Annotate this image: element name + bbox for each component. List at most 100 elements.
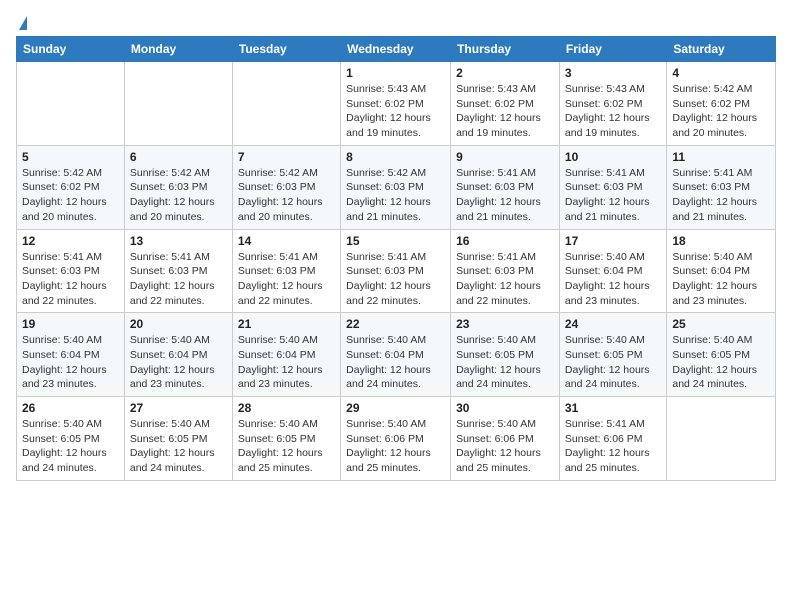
calendar-cell: 10Sunrise: 5:41 AMSunset: 6:03 PMDayligh… <box>559 145 666 229</box>
day-info: Sunrise: 5:42 AMSunset: 6:03 PMDaylight:… <box>130 166 227 225</box>
day-number: 26 <box>22 401 119 415</box>
weekday-header-monday: Monday <box>124 37 232 62</box>
calendar-cell: 7 Sunrise: 5:42 AMSunset: 6:03 PMDaylight… <box>232 145 340 229</box>
day-info: Sunrise: 5:40 AMSunset: 6:04 PMDaylight:… <box>565 250 661 309</box>
day-info: Sunrise: 5:42 AMSunset: 6:03 PMDaylight:… <box>346 166 445 225</box>
day-info: Sunrise: 5:43 AMSunset: 6:02 PMDaylight:… <box>346 82 445 141</box>
day-number: 18 <box>672 234 770 248</box>
calendar-cell: 9 Sunrise: 5:41 AMSunset: 6:03 PMDaylight… <box>451 145 560 229</box>
day-number: 19 <box>22 317 119 331</box>
day-info: Sunrise: 5:42 AMSunset: 6:03 PMDaylight:… <box>238 166 335 225</box>
day-number: 6 <box>130 150 227 164</box>
day-info: Sunrise: 5:40 AMSunset: 6:04 PMDaylight:… <box>238 333 335 392</box>
day-info: Sunrise: 5:41 AMSunset: 6:06 PMDaylight:… <box>565 417 661 476</box>
calendar-cell: 29 Sunrise: 5:40 AMSunset: 6:06 PMDayligh… <box>341 397 451 481</box>
calendar-cell: 20Sunrise: 5:40 AMSunset: 6:04 PMDayligh… <box>124 313 232 397</box>
calendar-cell <box>667 397 776 481</box>
calendar-cell: 1 Sunrise: 5:43 AMSunset: 6:02 PMDaylight… <box>341 62 451 146</box>
day-number: 27 <box>130 401 227 415</box>
day-number: 17 <box>565 234 661 248</box>
calendar-cell: 16 Sunrise: 5:41 AMSunset: 6:03 PMDayligh… <box>451 229 560 313</box>
calendar-cell: 4 Sunrise: 5:42 AMSunset: 6:02 PMDaylight… <box>667 62 776 146</box>
day-info: Sunrise: 5:40 AMSunset: 6:05 PMDaylight:… <box>130 417 227 476</box>
day-info: Sunrise: 5:41 AMSunset: 6:03 PMDaylight:… <box>130 250 227 309</box>
day-number: 5 <box>22 150 119 164</box>
calendar-cell: 5 Sunrise: 5:42 AMSunset: 6:02 PMDaylight… <box>17 145 125 229</box>
day-info: Sunrise: 5:40 AMSunset: 6:05 PMDaylight:… <box>672 333 770 392</box>
calendar-cell: 22 Sunrise: 5:40 AMSunset: 6:04 PMDayligh… <box>341 313 451 397</box>
day-info: Sunrise: 5:41 AMSunset: 6:03 PMDaylight:… <box>456 166 554 225</box>
weekday-header-tuesday: Tuesday <box>232 37 340 62</box>
day-info: Sunrise: 5:40 AMSunset: 6:06 PMDaylight:… <box>456 417 554 476</box>
calendar-cell: 30 Sunrise: 5:40 AMSunset: 6:06 PMDayligh… <box>451 397 560 481</box>
calendar-cell: 24 Sunrise: 5:40 AMSunset: 6:05 PMDayligh… <box>559 313 666 397</box>
day-number: 11 <box>672 150 770 164</box>
day-number: 8 <box>346 150 445 164</box>
day-number: 14 <box>238 234 335 248</box>
day-info: Sunrise: 5:40 AMSunset: 6:04 PMDaylight:… <box>22 333 119 392</box>
weekday-header-thursday: Thursday <box>451 37 560 62</box>
logo <box>16 16 27 26</box>
day-number: 1 <box>346 66 445 80</box>
day-number: 22 <box>346 317 445 331</box>
calendar-cell: 26 Sunrise: 5:40 AMSunset: 6:05 PMDayligh… <box>17 397 125 481</box>
logo-triangle-icon <box>19 16 27 30</box>
day-number: 15 <box>346 234 445 248</box>
weekday-header-saturday: Saturday <box>667 37 776 62</box>
day-info: Sunrise: 5:40 AMSunset: 6:05 PMDaylight:… <box>456 333 554 392</box>
day-info: Sunrise: 5:40 AMSunset: 6:06 PMDaylight:… <box>346 417 445 476</box>
calendar-cell: 19 Sunrise: 5:40 AMSunset: 6:04 PMDayligh… <box>17 313 125 397</box>
calendar-cell: 11 Sunrise: 5:41 AMSunset: 6:03 PMDayligh… <box>667 145 776 229</box>
day-number: 16 <box>456 234 554 248</box>
day-info: Sunrise: 5:40 AMSunset: 6:05 PMDaylight:… <box>22 417 119 476</box>
calendar-cell: 23 Sunrise: 5:40 AMSunset: 6:05 PMDayligh… <box>451 313 560 397</box>
calendar-cell <box>17 62 125 146</box>
day-number: 31 <box>565 401 661 415</box>
calendar-cell: 18 Sunrise: 5:40 AMSunset: 6:04 PMDayligh… <box>667 229 776 313</box>
day-info: Sunrise: 5:40 AMSunset: 6:05 PMDaylight:… <box>565 333 661 392</box>
day-number: 21 <box>238 317 335 331</box>
day-number: 29 <box>346 401 445 415</box>
day-info: Sunrise: 5:41 AMSunset: 6:03 PMDaylight:… <box>22 250 119 309</box>
weekday-header-wednesday: Wednesday <box>341 37 451 62</box>
calendar-cell <box>232 62 340 146</box>
calendar-cell: 31 Sunrise: 5:41 AMSunset: 6:06 PMDayligh… <box>559 397 666 481</box>
day-number: 3 <box>565 66 661 80</box>
day-number: 9 <box>456 150 554 164</box>
day-info: Sunrise: 5:41 AMSunset: 6:03 PMDaylight:… <box>238 250 335 309</box>
page-header <box>16 16 776 26</box>
day-info: Sunrise: 5:42 AMSunset: 6:02 PMDaylight:… <box>672 82 770 141</box>
day-number: 24 <box>565 317 661 331</box>
day-number: 20 <box>130 317 227 331</box>
calendar-cell: 13 Sunrise: 5:41 AMSunset: 6:03 PMDayligh… <box>124 229 232 313</box>
calendar-cell: 12 Sunrise: 5:41 AMSunset: 6:03 PMDayligh… <box>17 229 125 313</box>
day-info: Sunrise: 5:43 AMSunset: 6:02 PMDaylight:… <box>456 82 554 141</box>
day-info: Sunrise: 5:42 AMSunset: 6:02 PMDaylight:… <box>22 166 119 225</box>
calendar-cell: 27 Sunrise: 5:40 AMSunset: 6:05 PMDayligh… <box>124 397 232 481</box>
calendar-cell: 2Sunrise: 5:43 AMSunset: 6:02 PMDaylight… <box>451 62 560 146</box>
calendar-cell: 28 Sunrise: 5:40 AMSunset: 6:05 PMDayligh… <box>232 397 340 481</box>
calendar-cell: 6 Sunrise: 5:42 AMSunset: 6:03 PMDaylight… <box>124 145 232 229</box>
day-number: 4 <box>672 66 770 80</box>
day-number: 28 <box>238 401 335 415</box>
day-number: 30 <box>456 401 554 415</box>
calendar-cell: 21 Sunrise: 5:40 AMSunset: 6:04 PMDayligh… <box>232 313 340 397</box>
day-number: 13 <box>130 234 227 248</box>
calendar-cell: 3 Sunrise: 5:43 AMSunset: 6:02 PMDaylight… <box>559 62 666 146</box>
calendar-cell: 17 Sunrise: 5:40 AMSunset: 6:04 PMDayligh… <box>559 229 666 313</box>
calendar-cell: 15Sunrise: 5:41 AMSunset: 6:03 PMDayligh… <box>341 229 451 313</box>
day-number: 7 <box>238 150 335 164</box>
calendar-cell: 14 Sunrise: 5:41 AMSunset: 6:03 PMDayligh… <box>232 229 340 313</box>
day-info: Sunrise: 5:43 AMSunset: 6:02 PMDaylight:… <box>565 82 661 141</box>
day-info: Sunrise: 5:40 AMSunset: 6:04 PMDaylight:… <box>346 333 445 392</box>
day-info: Sunrise: 5:41 AMSunset: 6:03 PMDaylight:… <box>565 166 661 225</box>
calendar-cell: 25Sunrise: 5:40 AMSunset: 6:05 PMDayligh… <box>667 313 776 397</box>
day-number: 12 <box>22 234 119 248</box>
day-number: 23 <box>456 317 554 331</box>
calendar-cell: 8 Sunrise: 5:42 AMSunset: 6:03 PMDaylight… <box>341 145 451 229</box>
day-info: Sunrise: 5:41 AMSunset: 6:03 PMDaylight:… <box>456 250 554 309</box>
day-info: Sunrise: 5:40 AMSunset: 6:05 PMDaylight:… <box>238 417 335 476</box>
day-info: Sunrise: 5:41 AMSunset: 6:03 PMDaylight:… <box>672 166 770 225</box>
day-info: Sunrise: 5:40 AMSunset: 6:04 PMDaylight:… <box>672 250 770 309</box>
weekday-header-friday: Friday <box>559 37 666 62</box>
